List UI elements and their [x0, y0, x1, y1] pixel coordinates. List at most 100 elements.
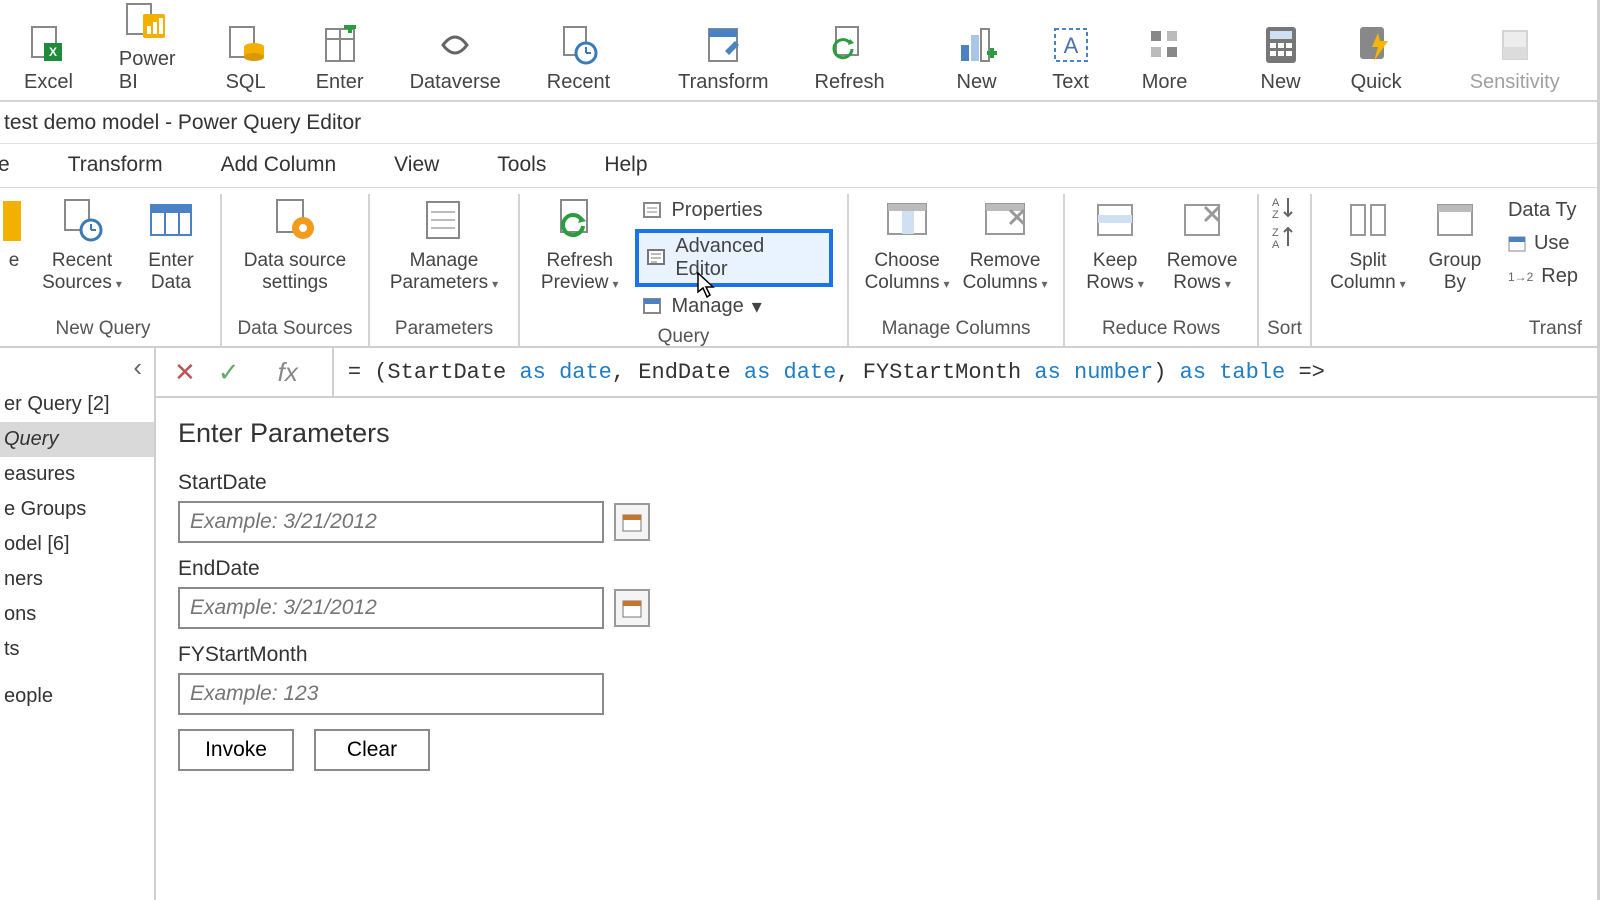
transform-button[interactable]: Transform: [678, 23, 768, 94]
powerbi-icon: [123, 0, 171, 44]
text-box-icon: A: [1047, 23, 1095, 67]
use-first-row-button[interactable]: Use: [1500, 229, 1586, 258]
enddate-label: EndDate: [178, 557, 1578, 581]
sidebar-item[interactable]: ts: [0, 632, 154, 667]
dataverse-icon: [431, 23, 479, 67]
svg-text:X: X: [49, 45, 57, 59]
cancel-formula-button[interactable]: ✕: [174, 357, 196, 388]
choose-columns-button[interactable]: Choose Columns▾: [863, 194, 951, 294]
svg-text:Z: Z: [1272, 209, 1279, 220]
fystartmonth-input[interactable]: [178, 673, 604, 715]
remove-columns-icon: [977, 196, 1033, 246]
properties-icon: [643, 202, 663, 220]
sidebar-item[interactable]: easures: [0, 457, 154, 492]
choose-columns-icon: [879, 196, 935, 246]
calendar-icon: [622, 512, 642, 532]
sidebar-item[interactable]: odel [6]: [0, 527, 154, 562]
replace-icon: 1→2: [1508, 270, 1533, 284]
chart-plus-icon: [953, 23, 1001, 67]
tab-add-column[interactable]: Add Column: [217, 147, 341, 187]
tab-help[interactable]: Help: [600, 147, 651, 187]
sql-button[interactable]: SQL: [222, 23, 270, 94]
sidebar-item[interactable]: ners: [0, 562, 154, 597]
sidebar-item[interactable]: [0, 667, 154, 679]
parameters-title: Enter Parameters: [178, 418, 1578, 449]
tab-tools[interactable]: Tools: [493, 147, 550, 187]
sidebar-item[interactable]: e Groups: [0, 492, 154, 527]
formula-text[interactable]: = (StartDate as date, EndDate as date, F…: [334, 360, 1325, 385]
formula-bar: ✕ ✓ fx = (StartDate as date, EndDate as …: [156, 348, 1600, 398]
svg-text:Z: Z: [1272, 227, 1279, 239]
parameters-panel: Enter Parameters StartDate EndDate: [156, 398, 1600, 791]
recent-button[interactable]: Recent: [547, 23, 610, 94]
split-column-icon: [1340, 196, 1396, 246]
tab-home-partial[interactable]: e: [0, 147, 14, 187]
startdate-input[interactable]: [178, 501, 604, 543]
group-sort: AZ ZA Sort: [1259, 194, 1312, 346]
properties-button[interactable]: Properties: [635, 196, 833, 225]
remove-rows-icon: [1174, 196, 1230, 246]
sidebar-item[interactable]: eople: [0, 679, 154, 714]
table-icon: [143, 196, 199, 246]
group-reduce-rows: Keep Rows▾ Remove Rows▾ Reduce Rows: [1065, 194, 1259, 346]
remove-rows-button[interactable]: Remove Rows▾: [1161, 194, 1243, 294]
group-data-sources: Data source settings Data Sources: [222, 194, 370, 346]
sidebar-item[interactable]: ons: [0, 597, 154, 632]
dataverse-button[interactable]: Dataverse: [410, 23, 501, 94]
recent-sources-button[interactable]: Recent Sources▾: [38, 194, 126, 294]
manage-button[interactable]: Manage▾: [635, 291, 833, 322]
enter-data-button[interactable]: Enter: [316, 23, 364, 94]
enter-data-icon: [316, 23, 364, 67]
split-column-button[interactable]: Split Column▾: [1326, 194, 1410, 294]
data-source-settings-button[interactable]: Data source settings: [236, 194, 354, 294]
keep-rows-button[interactable]: Keep Rows▾: [1079, 194, 1151, 294]
svg-text:A: A: [1272, 197, 1280, 209]
refresh-preview-icon: [552, 196, 608, 246]
advanced-editor-button[interactable]: Advanced Editor: [635, 229, 833, 287]
startdate-datepicker-button[interactable]: [614, 503, 650, 541]
calculator-icon: [1257, 23, 1305, 67]
invoke-button[interactable]: Invoke: [178, 729, 294, 771]
pqe-ribbon: e Recent Sources▾ Enter Data New Query D…: [0, 188, 1600, 348]
remove-columns-button[interactable]: Remove Columns▾: [961, 194, 1049, 294]
replace-values-button[interactable]: 1→2 Rep: [1500, 262, 1586, 291]
manage-parameters-button[interactable]: Manage Parameters▾: [384, 194, 504, 294]
powerbi-button[interactable]: Power BI: [119, 0, 176, 94]
collapse-pane-button[interactable]: ‹: [121, 348, 154, 387]
enddate-input[interactable]: [178, 587, 604, 629]
group-by-button[interactable]: Group By: [1420, 194, 1490, 294]
data-type-button[interactable]: Data Ty: [1500, 196, 1586, 225]
refresh-preview-button[interactable]: Refresh Preview▾: [534, 194, 625, 294]
quick-measure-button[interactable]: Quick: [1351, 23, 1402, 94]
text-box-button[interactable]: A Text: [1047, 23, 1095, 94]
field-fystartmonth: FYStartMonth: [178, 643, 1578, 715]
close-apply-partial[interactable]: e: [0, 194, 28, 272]
tab-view[interactable]: View: [390, 147, 443, 187]
recent-sources-icon: [54, 196, 110, 246]
tab-transform[interactable]: Transform: [64, 147, 167, 187]
folder-query[interactable]: er Query [2]: [0, 387, 154, 422]
sort-asc-button[interactable]: AZ: [1270, 194, 1300, 220]
sensitivity-button[interactable]: Sensitivity: [1470, 23, 1560, 94]
queries-pane: ‹ er Query [2] Query easures e Groups od…: [0, 348, 156, 900]
parent-app-ribbon: X Excel Power BI SQL Enter Dataverse Rec…: [0, 0, 1600, 102]
query-item-selected[interactable]: Query: [0, 422, 154, 457]
enter-data-button-2[interactable]: Enter Data: [136, 194, 206, 294]
enddate-datepicker-button[interactable]: [614, 589, 650, 627]
commit-formula-button[interactable]: ✓: [218, 357, 240, 388]
clear-button[interactable]: Clear: [314, 729, 430, 771]
transform-mini-list: Data Ty Use 1→2 Rep: [1500, 194, 1586, 291]
query-mini-list: Properties Advanced Editor Manage▾: [635, 194, 833, 322]
refresh-button[interactable]: Refresh: [815, 23, 885, 94]
group-transform: Split Column▾ Group By Data Ty Use 1→2 R…: [1312, 194, 1600, 346]
fx-icon[interactable]: fx: [262, 357, 314, 388]
refresh-icon: [826, 23, 874, 67]
excel-button[interactable]: X Excel: [24, 23, 73, 94]
new-visual-button[interactable]: New: [953, 23, 1001, 94]
more-visuals-button[interactable]: More: [1141, 23, 1189, 94]
keep-rows-icon: [1087, 196, 1143, 246]
new-measure-button[interactable]: New: [1257, 23, 1305, 94]
sort-desc-button[interactable]: ZA: [1270, 224, 1300, 250]
close-apply-icon: [0, 196, 42, 246]
recent-icon: [554, 23, 602, 67]
